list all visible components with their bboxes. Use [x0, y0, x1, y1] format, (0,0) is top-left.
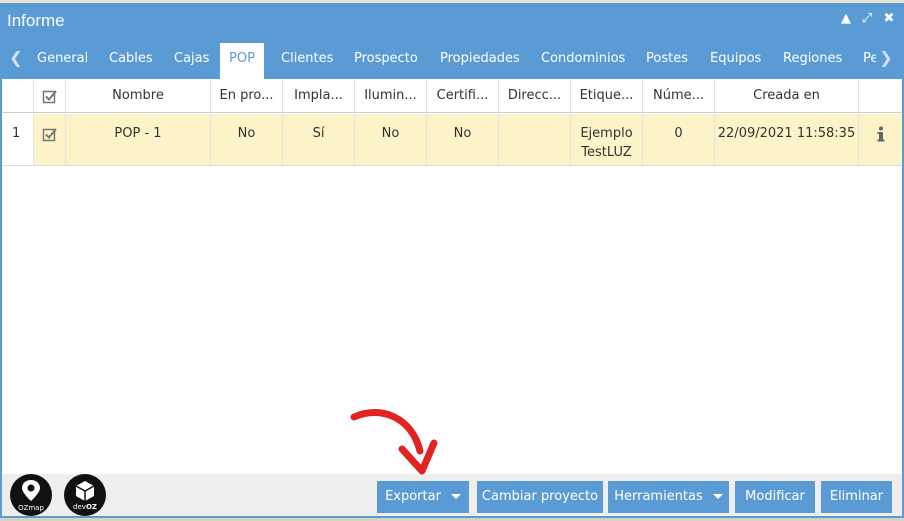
checkbox-checked-icon[interactable] [42, 126, 58, 142]
cell-creada-en: 22/09/2021 11:58:35 [715, 114, 859, 165]
eliminar-button[interactable]: Eliminar [821, 481, 892, 513]
column-header-nombre[interactable]: Nombre [66, 79, 211, 112]
map-pin-icon [22, 480, 40, 501]
ozmap-logo: OZmap [10, 474, 52, 516]
scroll-right-icon[interactable]: ❯ [878, 49, 894, 67]
close-icon[interactable]: ✖ [881, 10, 897, 28]
report-window: Informe ▲ ⤢ ✖ ❮ General Cables Cajas POP… [0, 3, 904, 518]
checkbox-checked-icon[interactable] [42, 88, 58, 104]
modificar-button[interactable]: Modificar [735, 481, 815, 513]
row-actions [859, 114, 902, 165]
row-index: 1 [2, 114, 34, 165]
collapse-icon[interactable]: ▲ [838, 10, 854, 28]
footer-toolbar: OZmap devOZ Exportar Cambiar proyecto He… [2, 474, 902, 516]
title-bar: Informe ▲ ⤢ ✖ [2, 5, 902, 37]
tab-clientes[interactable]: Clientes [272, 43, 342, 79]
tab-pe-partial[interactable]: Pe [854, 43, 876, 79]
cambiar-proyecto-button[interactable]: Cambiar proyecto [477, 481, 603, 513]
header-index [2, 79, 34, 112]
herramientas-label: Herramientas [614, 489, 703, 504]
cell-certificado: No [427, 114, 499, 165]
annotation-arrow-icon [350, 409, 438, 475]
tab-condominios[interactable]: Condominios [532, 43, 634, 79]
tab-general[interactable]: General [28, 43, 97, 79]
exportar-label: Exportar [385, 489, 441, 504]
info-icon[interactable] [876, 126, 886, 142]
tab-bar: ❮ General Cables Cajas POP Clientes Pros… [2, 37, 902, 79]
column-header-iluminado[interactable]: Ilumin... [355, 79, 427, 112]
devoz-logo-text: devOZ [64, 503, 106, 511]
cell-direccion [499, 114, 571, 165]
column-header-direccion[interactable]: Direcc... [499, 79, 571, 112]
header-actions [859, 79, 902, 112]
cell-numero: 0 [643, 114, 715, 165]
cell-implantado: Sí [283, 114, 355, 165]
scroll-left-icon[interactable]: ❮ [8, 49, 24, 67]
tab-prospecto[interactable]: Prospecto [345, 43, 427, 79]
maximize-icon[interactable]: ⤢ [859, 10, 875, 28]
table-row[interactable]: 1 POP - 1 No Sí No No Ejemplo TestLUZ 0 … [2, 114, 902, 166]
table-header: Nombre En pro... Impla... Ilumin... Cert… [2, 79, 902, 113]
chevron-down-icon [712, 494, 723, 499]
cell-iluminado: No [355, 114, 427, 165]
tab-pop[interactable]: POP [220, 43, 264, 79]
row-select[interactable] [34, 114, 66, 165]
ozmap-logo-text: OZmap [18, 504, 44, 512]
devoz-logo: devOZ [64, 474, 106, 516]
devoz-prefix: dev [73, 503, 86, 511]
tab-cajas[interactable]: Cajas [165, 43, 218, 79]
column-header-etiquetas[interactable]: Etique... [571, 79, 643, 112]
exportar-button[interactable]: Exportar [377, 481, 469, 513]
devoz-suffix: OZ [85, 503, 97, 511]
tab-propiedades[interactable]: Propiedades [431, 43, 529, 79]
tab-cables[interactable]: Cables [100, 43, 162, 79]
window-title: Informe [7, 11, 65, 30]
column-header-implantado[interactable]: Impla... [283, 79, 355, 112]
herramientas-button[interactable]: Herramientas [608, 481, 729, 513]
cell-etiquetas: Ejemplo TestLUZ [571, 114, 643, 165]
column-header-en-proyecto[interactable]: En pro... [211, 79, 283, 112]
chevron-down-icon [450, 494, 461, 499]
tab-equipos[interactable]: Equipos [701, 43, 770, 79]
column-header-certificado[interactable]: Certifi... [427, 79, 499, 112]
tab-postes[interactable]: Postes [637, 43, 697, 79]
cell-en-proyecto: No [211, 114, 283, 165]
column-header-creada-en[interactable]: Creada en [715, 79, 859, 112]
column-header-numero[interactable]: Núme... [643, 79, 715, 112]
cube-icon [75, 481, 95, 501]
cell-nombre: POP - 1 [66, 114, 211, 165]
header-select-all[interactable] [34, 79, 66, 112]
tab-regiones[interactable]: Regiones [774, 43, 851, 79]
